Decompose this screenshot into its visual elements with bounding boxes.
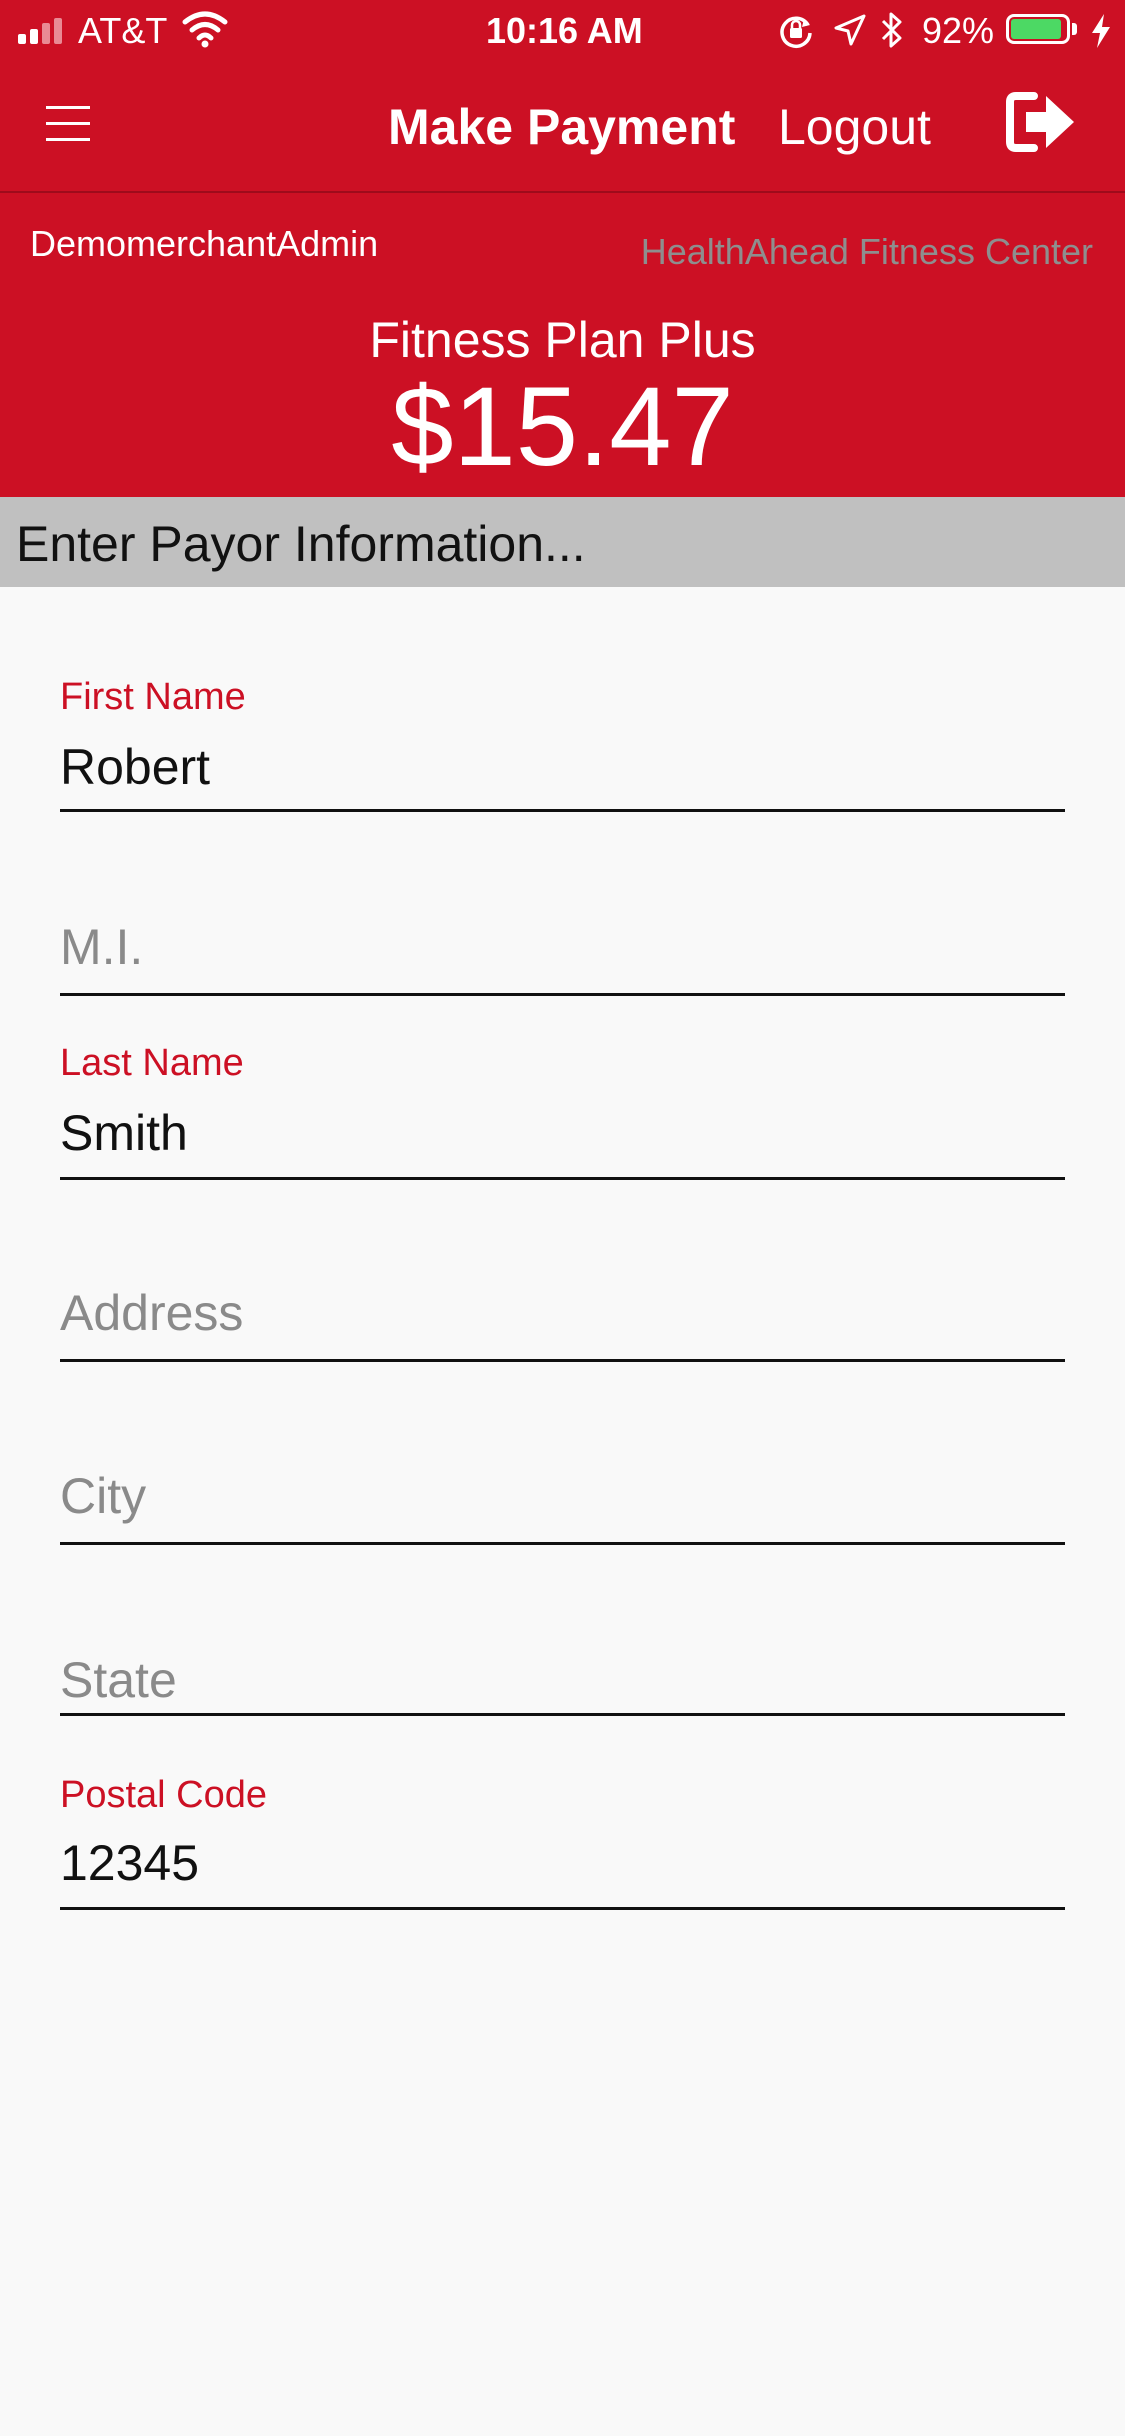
first-name-input[interactable]	[60, 736, 1065, 798]
section-header: Enter Payor Information...	[0, 497, 1125, 587]
hamburger-menu-icon[interactable]	[46, 106, 90, 142]
first-name-label: First Name	[60, 676, 246, 718]
username-label: DemomerchantAdmin	[30, 223, 379, 264]
sign-out-icon[interactable]	[1004, 90, 1076, 154]
amount-label: $15.47	[391, 364, 734, 489]
address-underline	[60, 1359, 1065, 1362]
middle-initial-underline	[60, 993, 1065, 996]
postal-code-input[interactable]	[60, 1832, 1065, 1894]
wifi-icon	[182, 10, 228, 48]
middle-initial-field	[60, 880, 1065, 1000]
postal-code-underline	[60, 1907, 1065, 1910]
last-name-underline	[60, 1177, 1065, 1180]
state-underline	[60, 1713, 1065, 1716]
bluetooth-icon	[880, 10, 904, 50]
first-name-field: First Name	[60, 676, 1065, 816]
orientation-lock-icon	[778, 13, 814, 49]
last-name-field: Last Name	[60, 1042, 1065, 1182]
merchant-name-label: HealthAhead Fitness Center	[640, 231, 1093, 272]
status-bar: AT&T 10:16 AM 92%	[0, 0, 1125, 62]
address-field	[60, 1246, 1065, 1366]
battery-fill	[1011, 19, 1061, 39]
postal-code-label: Postal Code	[60, 1774, 268, 1816]
last-name-input[interactable]	[60, 1102, 1065, 1164]
charging-icon	[1090, 14, 1112, 48]
city-field	[60, 1429, 1065, 1549]
time-label: 10:16 AM	[486, 10, 643, 51]
first-name-underline	[60, 809, 1065, 812]
page-title: Make Payment	[388, 99, 736, 155]
plan-name-label: Fitness Plan Plus	[369, 312, 756, 368]
state-input[interactable]	[60, 1649, 1065, 1711]
last-name-label: Last Name	[60, 1042, 244, 1084]
battery-icon	[1006, 14, 1080, 48]
city-underline	[60, 1542, 1065, 1545]
postal-code-field: Postal Code	[60, 1774, 1065, 1914]
signal-icon	[18, 18, 68, 44]
battery-percent-label: 92%	[922, 10, 995, 51]
state-field	[60, 1599, 1065, 1719]
payment-header: DemomerchantAdmin HealthAhead Fitness Ce…	[0, 193, 1125, 497]
navigation-bar: Make Payment Logout	[0, 62, 1125, 192]
address-input[interactable]	[60, 1282, 1065, 1344]
logout-button[interactable]: Logout	[778, 98, 931, 156]
location-icon	[834, 14, 866, 46]
city-input[interactable]	[60, 1465, 1065, 1527]
carrier-label: AT&T	[78, 10, 168, 51]
middle-initial-input[interactable]	[60, 916, 1065, 978]
section-title: Enter Payor Information...	[16, 516, 586, 572]
